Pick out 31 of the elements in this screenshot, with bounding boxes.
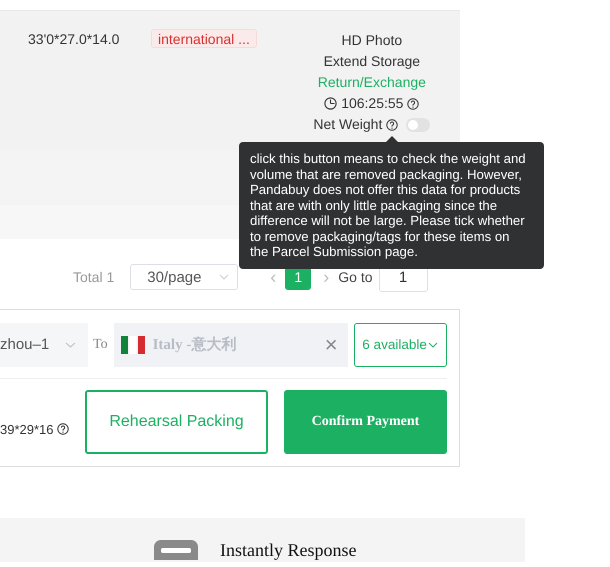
clear-button[interactable]: × xyxy=(324,334,338,354)
previous-page-button[interactable]: ‹ xyxy=(270,266,276,288)
chevron-down-icon xyxy=(428,342,438,348)
service-label: Extend Storage xyxy=(324,52,420,71)
service-link[interactable]: Return/Exchange xyxy=(318,72,426,93)
dimensions-text: 33'0*27.0*14.0 xyxy=(28,30,120,49)
service-label: HD Photo xyxy=(341,31,402,50)
shipping-tag: international ... xyxy=(151,29,257,48)
destination-field[interactable]: Italy -意大利 × xyxy=(114,322,348,366)
help-icon[interactable] xyxy=(386,118,398,130)
timer-text: 106:25:55 xyxy=(341,94,404,113)
total-count: Total 1 xyxy=(73,269,114,285)
net-weight-toggle[interactable] xyxy=(406,118,430,132)
page-size-select[interactable]: 30/page xyxy=(130,264,238,290)
to-label: To xyxy=(93,336,108,352)
help-icon[interactable] xyxy=(56,423,68,435)
package-size: 39*29*16 xyxy=(0,422,54,436)
feature-title: Instantly Response xyxy=(220,540,356,560)
tooltip: click this button means to check the weight and volume that are removed packaging. However, Pandabuy does not offer this data for products that are with only little packaging since the difference will not be large. Please tick whether to remove packaging/tags for these items on the Parcel Submission page. xyxy=(239,142,544,268)
chevron-down-icon xyxy=(219,274,230,280)
channel-select[interactable]: 6 available xyxy=(354,322,447,366)
rehearsal-packing-button[interactable]: Rehearsal Packing xyxy=(85,390,268,454)
confirm-payment-button[interactable]: Confirm Payment xyxy=(284,390,447,454)
go-to-label: Go to xyxy=(338,269,372,285)
next-page-button[interactable]: › xyxy=(323,266,330,288)
origin-select[interactable]: zhou–1 xyxy=(0,322,88,366)
flag-icon xyxy=(120,336,145,354)
chevron-down-icon xyxy=(65,342,76,348)
help-icon[interactable] xyxy=(407,98,420,110)
net-weight-label: Net Weight xyxy=(313,115,382,134)
clock-icon xyxy=(324,97,338,110)
